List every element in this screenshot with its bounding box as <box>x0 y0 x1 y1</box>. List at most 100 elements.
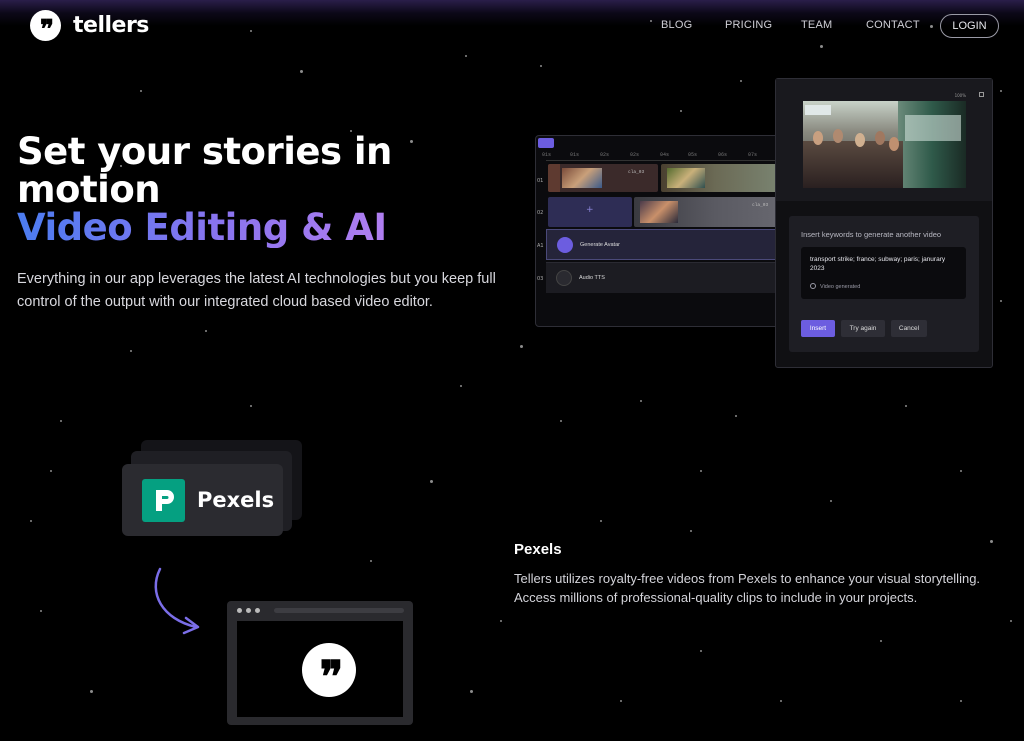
hero-title-line-1: Set your stories in <box>17 130 392 173</box>
star <box>50 470 52 472</box>
star <box>600 520 602 522</box>
star <box>735 415 737 417</box>
star <box>300 70 303 73</box>
tellers-logo-icon: ❞ <box>302 643 356 700</box>
preview-area: 100% <box>776 79 992 201</box>
brand-name: tellers <box>73 13 149 38</box>
play-icon <box>538 138 554 148</box>
row-label: Generate Avatar <box>580 242 620 248</box>
star <box>40 610 42 612</box>
nav-link-team[interactable]: TEAM <box>801 19 832 31</box>
ruler-tick: 01s <box>542 152 552 158</box>
star <box>430 480 433 483</box>
ai-generate-panel: 100% Insert keywords to generate another… <box>775 78 993 368</box>
pexels-card-label: Pexels <box>197 488 275 512</box>
check-circle-icon <box>810 283 816 289</box>
track-label: 02 <box>537 210 544 216</box>
track-label: 03 <box>537 276 544 282</box>
star <box>820 45 823 48</box>
row-label: Audio TTS <box>579 275 605 281</box>
star <box>90 690 93 693</box>
star <box>780 700 782 702</box>
generate-avatar-row[interactable]: Generate Avatar <box>546 229 794 260</box>
try-again-button[interactable]: Try again <box>841 320 885 337</box>
clip-thumbnail <box>667 168 705 188</box>
star <box>60 420 62 422</box>
star <box>990 540 993 543</box>
generation-status: Video generated <box>810 283 860 290</box>
track-label: 01 <box>537 178 544 184</box>
star <box>500 620 502 622</box>
track-label: A1 <box>537 243 544 249</box>
fullscreen-icon[interactable] <box>979 92 984 97</box>
star <box>465 55 467 57</box>
clip-name: cla_03 <box>628 170 645 175</box>
quote-logo-icon: ❞ <box>30 10 61 43</box>
clip-thumbnail <box>640 201 678 223</box>
star <box>1000 90 1002 92</box>
window-dot <box>255 608 260 613</box>
ruler-tick: 01s <box>570 152 580 158</box>
ruler-line <box>546 160 794 161</box>
hero-description: Everything in our app leverages the late… <box>17 271 496 310</box>
window-dot <box>246 608 251 613</box>
ruler-tick: 02s <box>600 152 610 158</box>
ruler-tick: 05s <box>688 152 698 158</box>
video-editor-preview: 01s 01s 02s 02s 04s 05s 06s 07s 01 02 A1… <box>535 135 795 327</box>
star <box>960 700 962 702</box>
star <box>1000 300 1002 302</box>
curved-arrow-icon <box>154 567 200 635</box>
star <box>930 25 933 28</box>
hero-subtitle: Video Editing & AI <box>17 206 387 249</box>
clip-thumbnail <box>562 168 602 188</box>
star <box>30 520 32 522</box>
browser-screen: ❞ <box>237 621 403 717</box>
station-sign <box>805 105 831 115</box>
star <box>205 330 207 332</box>
star <box>830 500 832 502</box>
keywords-text: transport strike; france; subway; paris;… <box>810 256 946 272</box>
nav-link-blog[interactable]: BLOG <box>661 19 692 31</box>
star <box>620 700 622 702</box>
star <box>460 385 462 387</box>
audio-tts-row[interactable]: Audio TTS <box>546 262 794 293</box>
star <box>140 90 142 92</box>
star <box>410 140 413 143</box>
star <box>370 560 372 562</box>
star <box>560 420 562 422</box>
pexels-p-icon <box>156 489 174 511</box>
timeline-clip[interactable]: cla_03 <box>634 197 794 227</box>
ruler-tick: 02s <box>630 152 640 158</box>
keywords-input[interactable]: transport strike; france; subway; paris;… <box>801 247 966 299</box>
timeline-clip[interactable]: cla_03 <box>548 164 658 192</box>
timeline-empty-slot[interactable]: + <box>548 197 632 227</box>
login-button[interactable]: LOGIN <box>940 14 999 38</box>
nav-link-pricing[interactable]: PRICING <box>725 19 772 31</box>
zoom-level: 100% <box>954 93 966 98</box>
brand-logo[interactable]: ❞ tellers <box>30 10 149 43</box>
prompt-label: Insert keywords to generate another vide… <box>801 230 942 239</box>
clip-name: cla_03 <box>752 203 769 208</box>
star <box>1010 620 1012 622</box>
audio-icon <box>556 270 572 286</box>
hero-title: Set your stories in motion <box>17 133 392 209</box>
prompt-card: Insert keywords to generate another vide… <box>789 216 979 352</box>
address-bar <box>274 608 404 613</box>
nav-link-contact[interactable]: CONTACT <box>866 19 920 31</box>
status-text: Video generated <box>820 284 861 290</box>
cancel-button[interactable]: Cancel <box>891 320 927 337</box>
star <box>700 470 702 472</box>
star <box>960 470 962 472</box>
add-clip-icon: + <box>586 205 594 215</box>
insert-button[interactable]: Insert <box>801 320 835 337</box>
pexels-section-title: Pexels <box>514 541 562 558</box>
pexels-logo-icon <box>142 478 185 522</box>
window-dot <box>237 608 242 613</box>
star <box>250 405 252 407</box>
browser-window-illustration: ❞ <box>227 601 413 725</box>
star <box>740 80 742 82</box>
star <box>650 20 652 22</box>
star <box>130 350 132 352</box>
pexels-section-description: Tellers utilizes royalty-free videos fro… <box>514 571 981 605</box>
star <box>700 650 702 652</box>
